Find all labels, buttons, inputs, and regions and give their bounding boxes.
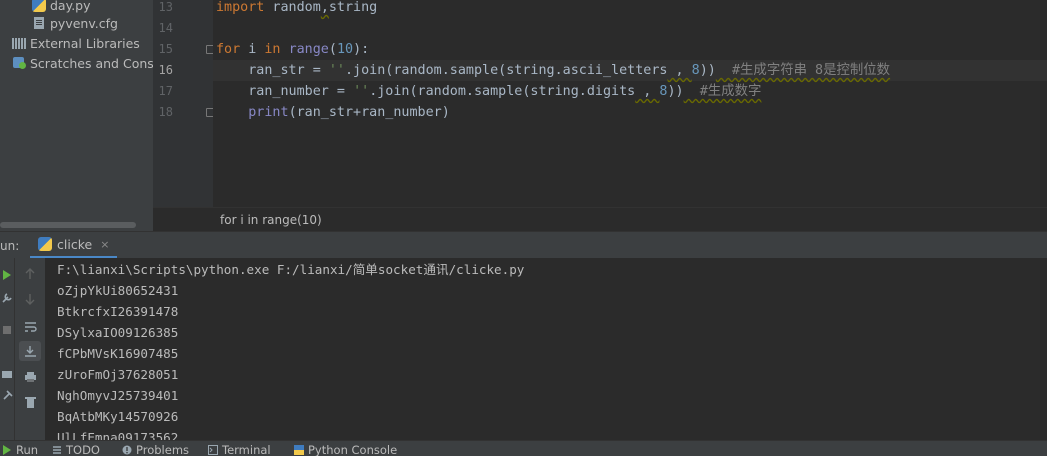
code-line-16: ran_str = ''.join(random.sample(string.a…: [216, 63, 891, 78]
tree-item-label: External Libraries: [30, 35, 140, 51]
tree-item-label: pyvenv.cfg: [50, 15, 118, 31]
line-number: 14: [158, 21, 173, 35]
trash-icon[interactable]: [19, 392, 41, 412]
code-line-15: for i in range(10):: [216, 42, 370, 57]
tool-tab-terminal[interactable]: Terminal: [208, 443, 271, 456]
console-line: fCPbMVsK16907485: [57, 346, 179, 361]
arrow-up-icon[interactable]: [19, 264, 41, 284]
console-line: zUroFmOj37628051: [57, 367, 179, 382]
code-line-18: print(ran_str+ran_number): [248, 105, 450, 120]
console-line: BtkrcfxI26391478: [57, 304, 179, 319]
line-number: 18: [158, 105, 173, 119]
run-icon: [3, 445, 11, 455]
run-toolbar-primary: [0, 258, 14, 440]
tree-item-label: day.py: [50, 0, 91, 13]
breadcrumb[interactable]: for i in range(10): [153, 207, 1047, 231]
terminal-icon: [208, 445, 218, 455]
tree-item-pyvenv-cfg[interactable]: pyvenv.cfg: [32, 13, 118, 33]
library-icon: [12, 37, 26, 49]
code-line-17: ran_number = ''.join(random.sample(strin…: [216, 84, 762, 99]
project-horizontal-scrollbar[interactable]: [0, 222, 136, 228]
run-tab-label: clicke: [57, 236, 93, 252]
problems-icon: [122, 445, 132, 455]
bottom-tool-bar: Run TODO Problems Terminal Python Consol…: [0, 440, 1047, 456]
code-line-13: import random,string: [216, 0, 378, 15]
print-icon[interactable]: [19, 367, 41, 387]
tool-tab-label: TODO: [66, 443, 100, 456]
tool-tab-label: Terminal: [222, 443, 271, 456]
tool-tab-label: Python Console: [308, 443, 398, 456]
tool-tab-label: Run: [16, 443, 39, 456]
console-line: NghOmyvJ25739401: [57, 388, 179, 403]
console-line: DSylxaIO09126385: [57, 325, 179, 340]
console-line: oZjpYkUi80652431: [57, 283, 179, 298]
python-file-icon: [32, 0, 46, 12]
tool-tab-problems[interactable]: Problems: [122, 443, 189, 456]
config-file-icon: [32, 16, 46, 30]
editor-gutter: 13 14 15 16 17 18: [153, 0, 215, 207]
line-number: 13: [158, 0, 173, 14]
tool-tab-run[interactable]: Run: [2, 443, 38, 456]
console-line-command: F:\lianxi\Scripts\python.exe F:/lianxi/简…: [57, 262, 525, 277]
run-tool-window-header: un: clicke ×: [0, 231, 1047, 259]
tree-item-scratches[interactable]: Scratches and Conso: [12, 53, 153, 73]
tree-item-external-libraries[interactable]: External Libraries: [12, 33, 140, 53]
scratches-icon: [12, 56, 26, 70]
todo-icon: [53, 446, 61, 454]
run-tab-clicke[interactable]: clicke ×: [30, 232, 118, 259]
line-number: 15: [158, 42, 173, 56]
arrow-down-icon[interactable]: [19, 289, 41, 309]
console-line: BqAtbMKy14570926: [57, 409, 179, 424]
run-console-output[interactable]: F:\lianxi\Scripts\python.exe F:/lianxi/简…: [45, 258, 1047, 445]
tool-tab-todo[interactable]: TODO: [52, 443, 100, 456]
close-icon[interactable]: ×: [100, 238, 109, 251]
tool-tab-python-console[interactable]: Python Console: [294, 443, 397, 456]
line-number: 16: [158, 63, 173, 77]
line-number: 17: [158, 84, 173, 98]
run-toolbar-secondary: [14, 258, 45, 440]
soft-wrap-icon[interactable]: [19, 316, 41, 336]
run-label: un:: [0, 239, 20, 253]
code-editor[interactable]: import random,string for i in range(10):…: [213, 0, 1047, 207]
scroll-to-end-icon[interactable]: [19, 341, 41, 361]
python-file-icon: [38, 237, 52, 251]
breadcrumb-item[interactable]: for i in range(10): [220, 213, 322, 227]
project-panel: day.py pyvenv.cfg External Libraries Scr…: [0, 0, 153, 231]
tool-tab-label: Problems: [136, 443, 190, 456]
python-console-icon: [294, 445, 304, 455]
